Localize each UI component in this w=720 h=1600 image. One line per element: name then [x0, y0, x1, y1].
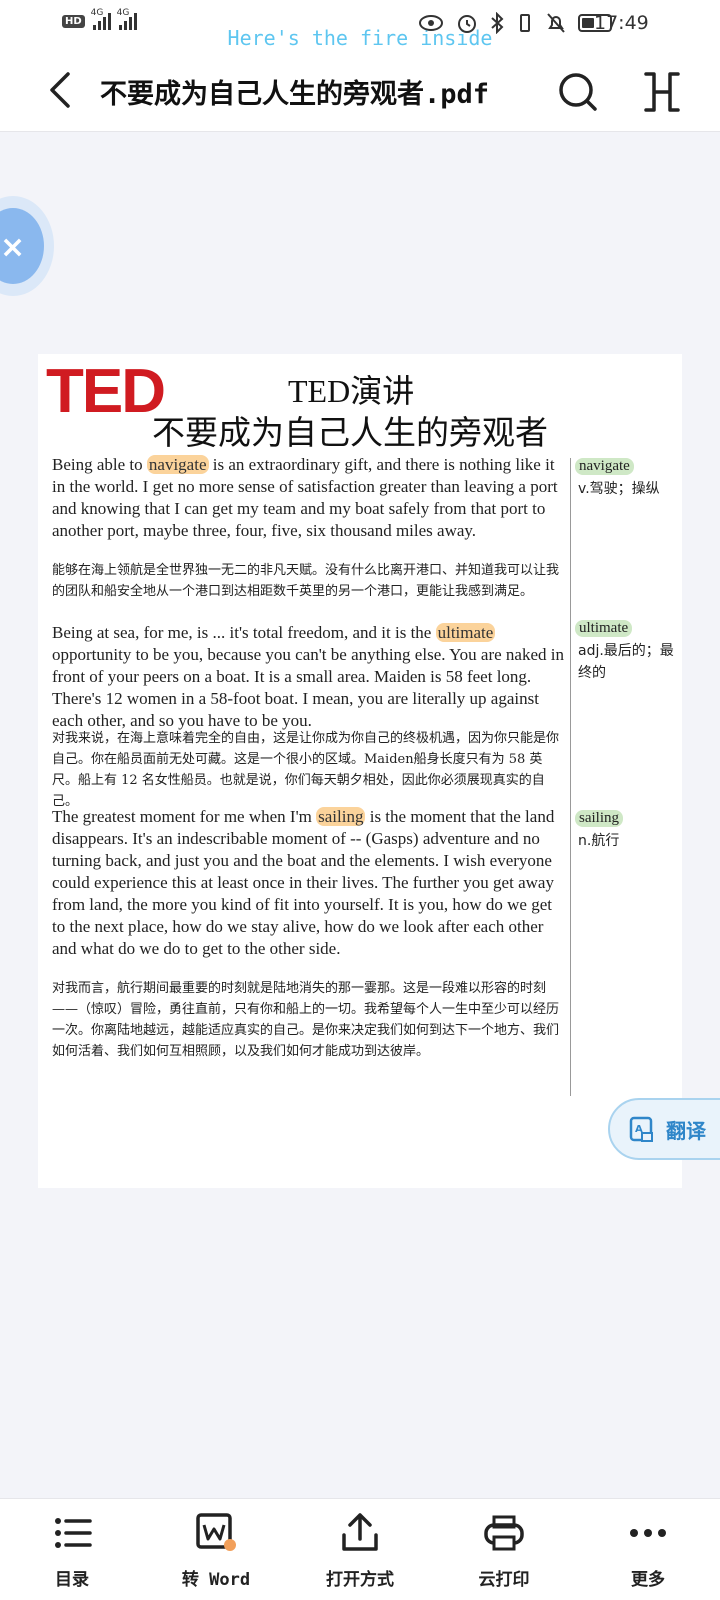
status-time: 17:49 [594, 12, 649, 34]
tab-label: 转 Word [181, 1570, 251, 1590]
highlighted-word[interactable]: ultimate [435, 623, 496, 642]
network-label: 4G [116, 8, 130, 18]
paragraph-2-en: Being at sea, for me, is ... it's total … [52, 622, 564, 732]
glossary-word: sailing [575, 810, 623, 827]
pdf-page: TED TED演讲 不要成为自己人生的旁观者 Being able to nav… [38, 354, 682, 1188]
paragraph-text: Being at sea, for me, is ... it's total … [52, 623, 436, 642]
tab-convert-word[interactable]: 转 Word [144, 1499, 288, 1600]
paragraph-text: Being able to [52, 455, 147, 474]
highlighted-word[interactable]: navigate [146, 455, 209, 474]
document-title: 不要成为自己人生的旁观者.pdf [100, 79, 490, 110]
tab-toc[interactable]: 目录 [0, 1499, 144, 1600]
split-view-icon[interactable] [640, 70, 684, 114]
tab-label: 目录 [55, 1570, 89, 1590]
tab-more[interactable]: 更多 [576, 1499, 720, 1600]
tab-cloud-print[interactable]: 云打印 [432, 1499, 576, 1600]
share-open-icon [342, 1513, 378, 1551]
network-label: 4G [90, 8, 104, 18]
printer-icon [484, 1515, 524, 1551]
status-bar: HD 4G 4G Here's the fire inside 17:49 [0, 0, 720, 56]
top-header: 不要成为自己人生的旁观者.pdf [0, 56, 720, 132]
paragraph-text: The greatest moment for me when I'm [52, 807, 317, 826]
paragraph-1-zh: 能够在海上领航是全世界独一无二的非凡天赋。没有什么比离开港口、并知道我可以让我的… [52, 563, 560, 599]
list-icon [55, 1518, 92, 1548]
paragraph-3-en: The greatest moment for me when I'm sail… [52, 806, 564, 960]
search-icon[interactable] [556, 70, 600, 114]
paragraph-1-en: Being able to navigate is an extraordina… [52, 454, 564, 542]
paragraph-2-zh: 对我来说，在海上意味着完全的自由，这是让你成为你自己的终极机遇，因为你只能是你自… [52, 731, 560, 809]
paragraph-3-zh: 对我而言，航行期间最重要的时刻就是陆地消失的那一霎那。这是一段难以形容的时刻——… [52, 981, 560, 1059]
eye-icon [419, 15, 443, 31]
highlighted-word[interactable]: sailing [316, 807, 366, 826]
bottom-toolbar: 目录 转 Word 打开方式 云打印 更多 [0, 1498, 720, 1600]
document-heading: 不要成为自己人生的旁观者 [152, 413, 548, 452]
glossary-definition: adj.最后的；最终的 [578, 643, 674, 681]
ted-logo: TED [46, 357, 166, 426]
bluetooth-icon [491, 12, 504, 34]
glossary-divider [570, 458, 571, 1096]
close-icon: × [0, 230, 26, 265]
glossary-definition: n.航行 [578, 833, 620, 849]
glossary-word: navigate [575, 458, 634, 475]
tab-label: 更多 [631, 1570, 665, 1590]
tab-label: 云打印 [478, 1570, 530, 1590]
glossary-word: ultimate [575, 620, 633, 637]
mute-icon [547, 13, 565, 33]
convert-word-icon [196, 1513, 236, 1551]
alarm-icon [458, 15, 476, 33]
tab-label: 打开方式 [326, 1570, 394, 1590]
translate-icon: A [629, 1116, 653, 1142]
more-icon [630, 1529, 666, 1537]
paragraph-text: opportunity to be you, because you can't… [52, 645, 565, 730]
tab-open-with[interactable]: 打开方式 [288, 1499, 432, 1600]
translate-label: 翻译 [666, 1118, 706, 1143]
floating-close-bubble[interactable]: × [0, 196, 54, 296]
glossary-definition: v.驾驶；操纵 [578, 481, 660, 497]
back-arrow-icon[interactable] [40, 70, 80, 110]
status-icons [418, 12, 612, 34]
paragraph-text: is the moment that the land disappears. … [52, 807, 555, 958]
translate-button[interactable]: A 翻译 [608, 1098, 720, 1160]
vibrate-icon [520, 14, 530, 32]
